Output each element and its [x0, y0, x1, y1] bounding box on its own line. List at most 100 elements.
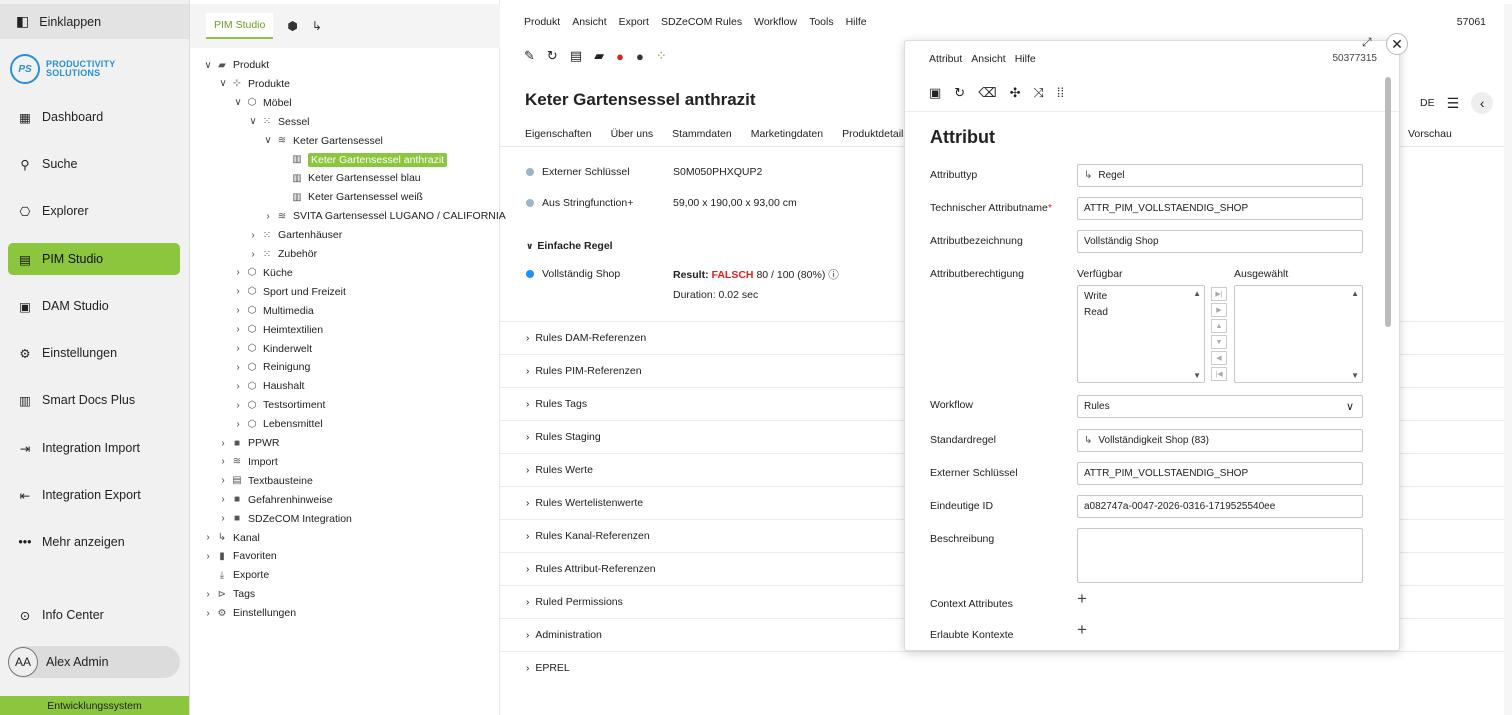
tree-node[interactable]: ∨ ⬡ Möbel: [232, 94, 291, 112]
nav-item-suche[interactable]: ⚲ Suche: [8, 148, 180, 180]
chevron-right-icon[interactable]: ›: [217, 438, 229, 449]
report-icon[interactable]: ▤: [570, 48, 582, 64]
move-up-icon[interactable]: ▲: [1211, 319, 1227, 333]
chevron-down-icon[interactable]: ∨: [232, 97, 244, 108]
split-icon[interactable]: ✣: [1010, 85, 1021, 101]
tree-node[interactable]: › ≋ SVITA Gartensessel LUGANO / CALIFORNIA: [262, 207, 505, 225]
nav-item-explorer[interactable]: ⎔ Explorer: [8, 195, 180, 227]
scroll-down-icon[interactable]: ▼: [1193, 371, 1201, 380]
tree-node[interactable]: ▥ Keter Gartensessel blau: [277, 169, 420, 187]
chevron-right-icon[interactable]: ›: [232, 381, 244, 392]
list-item[interactable]: Read: [1078, 302, 1204, 318]
tree-node[interactable]: › ↳ Kanal: [202, 529, 260, 547]
tree-node[interactable]: › ⚙ Einstellungen: [202, 604, 296, 622]
chevron-right-icon[interactable]: ›: [232, 286, 244, 297]
verfuegbar-listbox[interactable]: Write Read ▲ ▼: [1077, 285, 1205, 383]
chevron-right-icon[interactable]: ›: [247, 249, 259, 260]
beschreibung-textarea[interactable]: [1077, 528, 1363, 583]
nav-item-dashboard[interactable]: ▦ Dashboard: [8, 101, 180, 133]
tree-node[interactable]: › ▮ Favoriten: [202, 547, 276, 565]
tree-node[interactable]: ∨ ⊹ Produkte: [217, 75, 290, 93]
workflow-icon[interactable]: ⁘: [656, 48, 667, 64]
chevron-right-icon[interactable]: ›: [232, 343, 244, 354]
chevron-right-icon[interactable]: ›: [262, 211, 274, 222]
menu-workflow[interactable]: Workflow: [754, 16, 797, 28]
tree-node[interactable]: › ⬡ Haushalt: [232, 377, 304, 395]
nav-item-integration-import[interactable]: ⇥ Integration Import: [8, 432, 180, 464]
grid-icon[interactable]: ⁞⁞: [1057, 85, 1064, 101]
tree-node[interactable]: › ⊳ Tags: [202, 585, 255, 603]
nav-item-pim-studio[interactable]: ▤ PIM Studio: [8, 243, 180, 275]
tree-node[interactable]: › ⬡ Lebensmittel: [232, 415, 322, 433]
chevron-right-icon[interactable]: ›: [202, 551, 214, 562]
tree-node[interactable]: › ≋ Import: [217, 453, 277, 471]
nav-item-dam-studio[interactable]: ▣ DAM Studio: [8, 290, 180, 322]
chevron-right-icon[interactable]: ›: [232, 305, 244, 316]
check-red-icon[interactable]: ●: [616, 49, 624, 64]
tree-node[interactable]: › ⬡ Multimedia: [232, 302, 313, 320]
tree-node[interactable]: ∨ ≋ Keter Gartensessel: [262, 132, 383, 150]
chevron-right-icon[interactable]: ›: [247, 230, 259, 241]
dialog-menu-ansicht[interactable]: Ansicht: [971, 53, 1005, 65]
edit-icon[interactable]: ✎: [524, 48, 535, 64]
tree-node[interactable]: › ■ PPWR: [217, 434, 279, 452]
scroll-up-icon[interactable]: ▲: [1193, 289, 1201, 298]
chevron-right-icon[interactable]: ›: [232, 324, 244, 335]
save-icon[interactable]: ▣: [929, 85, 941, 101]
tree-node[interactable]: ▥ Keter Gartensessel weiß: [277, 188, 423, 206]
rule-label[interactable]: Vollständig Shop: [542, 268, 620, 280]
dialog-menu-hilfe[interactable]: Hilfe: [1015, 53, 1036, 65]
tree-node[interactable]: › ⁙ Gartenhäuser: [247, 226, 342, 244]
tab-stammdaten[interactable]: Stammdaten: [672, 128, 732, 140]
eindeutige-id-field[interactable]: a082747a-0047-2026-0316-1719525540ee: [1077, 495, 1363, 518]
tree-node[interactable]: › ⬡ Heimtextilien: [232, 321, 323, 339]
ausgewaehlt-listbox[interactable]: ▲ ▼: [1234, 285, 1363, 383]
add-kontext-icon[interactable]: +: [1077, 620, 1087, 640]
refresh-icon[interactable]: ↻: [954, 85, 965, 101]
externer-schluessel-field[interactable]: ATTR_PIM_VOLLSTAENDIG_SHOP: [1077, 462, 1363, 485]
tree-node[interactable]: › ■ SDZeCOM Integration: [217, 510, 352, 528]
tree-node[interactable]: › ⬡ Küche: [232, 264, 292, 282]
tree-node[interactable]: › ⬡ Kinderwelt: [232, 340, 312, 358]
chevron-right-icon[interactable]: ›: [232, 419, 244, 430]
list-item[interactable]: Write: [1078, 286, 1204, 302]
chevron-right-icon[interactable]: ›: [202, 589, 214, 600]
chevron-down-icon[interactable]: ∨: [247, 116, 259, 127]
check-dark-icon[interactable]: ●: [636, 49, 644, 64]
clear-icon[interactable]: ⌫: [978, 85, 996, 101]
move-down-icon[interactable]: ▼: [1211, 335, 1227, 349]
add-context-attribute-icon[interactable]: +: [1077, 589, 1087, 609]
collapse-button[interactable]: ◧ Einklappen: [0, 4, 189, 39]
cube-icon[interactable]: ⬢: [287, 19, 297, 33]
nav-item-einstellungen[interactable]: ⚙ Einstellungen: [8, 337, 180, 369]
menu-sdzecom-rules[interactable]: SDZeCOM Rules: [661, 16, 742, 28]
dialog-menu-attribut[interactable]: Attribut: [929, 53, 962, 65]
chevron-right-icon[interactable]: ›: [202, 532, 214, 543]
language-select[interactable]: DE: [1420, 97, 1435, 109]
section-einfache-regel[interactable]: ∨ Einfache Regel: [526, 240, 613, 252]
move-right-icon[interactable]: ▶: [1211, 303, 1227, 317]
nav-item-mehr-anzeigen[interactable]: ••• Mehr anzeigen: [8, 526, 180, 558]
refresh-icon[interactable]: ↻: [547, 48, 558, 64]
tree-node[interactable]: ∨ ▰ Produkt: [202, 56, 269, 74]
chevron-right-icon[interactable]: ›: [232, 267, 244, 278]
tree-node[interactable]: › ▤ Textbausteine: [217, 472, 312, 490]
tab-eigenschaften[interactable]: Eigenschaften: [525, 128, 592, 140]
accordion-section[interactable]: › EPREL: [500, 651, 1512, 684]
rule-arrow-icon[interactable]: ↳: [312, 19, 322, 33]
tree-node[interactable]: › ⬡ Testsortiment: [232, 396, 325, 414]
settings-sliders-icon[interactable]: ☰: [1447, 95, 1460, 112]
tree-node[interactable]: › ⁙ Zubehör: [247, 245, 317, 263]
technischer-name-field[interactable]: ATTR_PIM_VOLLSTAENDIG_SHOP: [1077, 197, 1363, 220]
chevron-right-icon[interactable]: ›: [202, 608, 214, 619]
standardregel-field[interactable]: ↳ Vollständigkeit Shop (83): [1077, 429, 1363, 452]
menu-hilfe[interactable]: Hilfe: [846, 16, 867, 28]
tree-node[interactable]: › ⬡ Sport und Freizeit: [232, 283, 346, 301]
chevron-right-icon[interactable]: ›: [217, 513, 229, 524]
chevron-right-icon[interactable]: ›: [232, 362, 244, 373]
tab-marketingdaten[interactable]: Marketingdaten: [751, 128, 823, 140]
tab-vorschau[interactable]: Vorschau: [1408, 128, 1452, 140]
chevron-right-icon[interactable]: ›: [217, 475, 229, 486]
nav-item-info-center[interactable]: ⊙ Info Center: [8, 599, 180, 631]
tab-ueber-uns[interactable]: Über uns: [611, 128, 654, 140]
